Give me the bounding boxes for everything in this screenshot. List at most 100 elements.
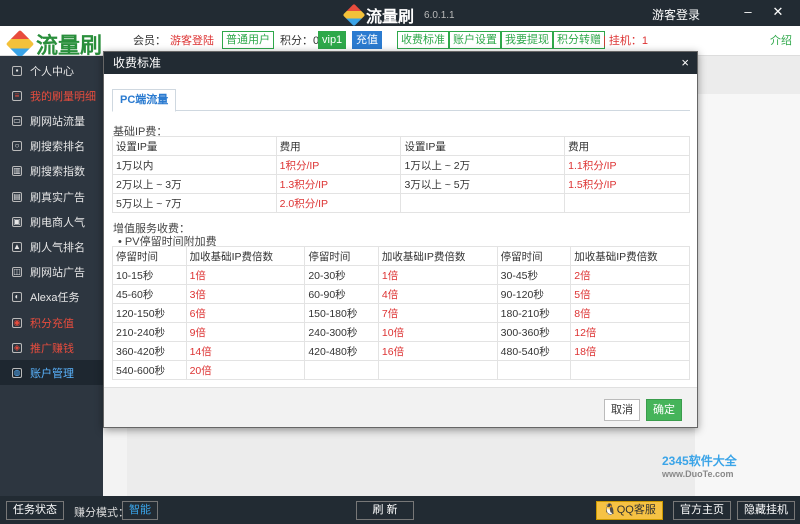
chart-icon: ▥ [12,166,22,177]
home-icon: ▪ [12,65,22,76]
title-bar: 流量刷 6.0.1.1 游客登录 – ✕ [0,0,800,27]
sidebar-item[interactable]: ○ 刷搜索排名 [0,134,103,159]
refresh-button[interactable]: 刷 新 [356,501,414,520]
table-cell: 20-30秒 [304,265,379,285]
table-cell [400,193,566,213]
qq-service-button[interactable]: 🐧QQ客服 [596,501,663,520]
search-icon: ○ [12,141,22,152]
vip-badge: vip1 [318,31,347,49]
table-header-cell: 停留时间 [496,246,572,266]
task-status-button[interactable]: 任务状态 [6,501,64,520]
table-cell: 1.3积分/IP [275,174,402,194]
content-panel [695,94,800,496]
cancel-button[interactable]: 取消 [604,399,640,421]
fee-standard-link[interactable]: 收费标准 [397,31,449,49]
close-window-icon[interactable]: ✕ [770,4,786,20]
table-cell: 1积分/IP [275,155,402,175]
sidebar-item[interactable]: ≡ 我的刷量明细 [0,83,103,108]
table-header-cell: 费用 [275,136,402,156]
sidebar-item-label: 刷网站广告 [30,267,85,280]
account-settings-link[interactable]: 账户设置 [449,31,501,49]
sidebar-item-label: 刷电商人气 [30,216,85,229]
app-title: 流量刷 [366,9,415,26]
sidebar-item[interactable]: ▥ 刷搜索指数 [0,159,103,184]
table-cell: 10倍 [377,322,498,342]
table-cell: 1.1积分/IP [564,155,690,175]
web-icon: ◫ [12,267,22,278]
table-cell: 3倍 [185,284,306,304]
table-row: 210-240秒 9倍 240-300秒 10倍 300-360秒 12倍 [112,322,690,342]
ad-icon: ▤ [12,191,22,202]
hide-button[interactable]: 隐藏挂机 [737,501,795,520]
table-row: 2万以上 ~ 3万 1.3积分/IP 3万以上 ~ 5万 1.5积分/IP [112,174,690,194]
homepage-button[interactable]: 官方主页 [673,501,731,520]
table-row: 360-420秒 14倍 420-480秒 16倍 480-540秒 18倍 [112,341,690,361]
table-row: 5万以上 ~ 7万 2.0积分/IP [112,193,690,213]
table-cell: 2.0积分/IP [275,193,402,213]
sidebar-item[interactable]: ◉ 积分充值 [0,310,103,335]
points-label: 积分：0 [280,35,320,47]
sidebar-item[interactable]: ◍ 账户管理 [0,360,103,386]
table-cell [377,360,498,380]
table-cell [564,193,690,213]
sidebar-item[interactable]: ▲ 刷人气排名 [0,234,103,259]
table-cell: 1.5积分/IP [564,174,690,194]
table-row: 45-60秒 3倍 60-90秒 4倍 90-120秒 5倍 [112,284,690,304]
member-type-badge: 普通用户 [222,31,274,49]
list-icon: ≡ [12,90,22,101]
account-icon: ◍ [12,367,22,378]
alexa-icon: ◐ [12,292,22,303]
qq-icon: 🐧 [603,504,617,516]
table-cell: 1倍 [377,265,498,285]
table-cell [570,360,690,380]
dialog-title-bar: 收费标准 × [104,52,697,74]
tab-pc-traffic[interactable]: PC端流量 [112,89,177,112]
intro-link[interactable]: 介绍 [770,32,792,48]
table-cell [304,360,379,380]
watermark: 2345软件大全 www.DuoTe.com [662,452,800,492]
table-header-row: 设置IP量 费用 设置IP量 费用 [112,136,690,156]
table-cell: 1万以上 ~ 2万 [400,155,566,175]
sidebar-item-label: 刷人气排名 [30,241,85,254]
table-cell: 12倍 [570,322,690,342]
table-row: 540-600秒 20倍 [112,360,690,380]
sidebar-item[interactable]: ◫ 刷网站广告 [0,260,103,285]
table-cell: 120-150秒 [112,303,187,323]
table-cell: 30-45秒 [496,265,572,285]
added-fee-table: 停留时间 加收基础IP费倍数 停留时间 加收基础IP费倍数 停留时间 加收基础IP费倍数 1… [112,246,690,380]
table-cell: 14倍 [185,341,306,361]
sidebar-item[interactable]: ▭ 刷网站流量 [0,108,103,133]
sidebar-item[interactable]: ▪ 个人中心 [0,58,103,83]
shop-icon: ▣ [12,216,22,227]
table-cell: 6倍 [185,303,306,323]
table-cell: 540-600秒 [112,360,187,380]
table-cell: 2倍 [570,265,690,285]
sidebar-item[interactable]: ▤ 刷真实广告 [0,184,103,209]
points-transfer-link[interactable]: 积分转赠 [553,31,605,49]
table-header-cell: 费用 [564,136,690,156]
table-header-cell: 加收基础IP费倍数 [377,246,498,266]
sidebar-item-label: 刷网站流量 [30,115,85,128]
withdraw-link[interactable]: 我要提现 [501,31,553,49]
qq-service-label: QQ客服 [616,504,656,516]
guest-login-link[interactable]: 游客登录 [652,6,700,23]
sidebar: ▪ 个人中心 ≡ 我的刷量明细 ▭ 刷网站流量 ○ 刷搜索排名 ▥ 刷搜索指数 ▤ 刷真实广告 ▣ 刷电商… [0,56,103,496]
table-header-cell: 加收基础IP费倍数 [185,246,306,266]
earn-mode-select[interactable]: 智能 [122,501,158,520]
sidebar-item-label: 账户管理 [30,367,74,380]
confirm-button[interactable]: 确定 [646,399,682,421]
sidebar-item[interactable]: ◐ Alexa任务 [0,285,103,310]
table-cell: 90-120秒 [496,284,572,304]
recharge-button[interactable]: 充值 [352,31,382,49]
fee-standard-dialog: 收费标准 × PC端流量 基础IP费： 设置IP量 费用 设置IP量 费用 1万以内 1积… [103,51,698,428]
table-cell: 240-300秒 [304,322,379,342]
sidebar-item[interactable]: ▣ 刷电商人气 [0,209,103,234]
app-version: 6.0.1.1 [424,9,455,21]
sidebar-item[interactable]: ◈ 推广赚钱 [0,335,103,360]
table-header-cell: 停留时间 [112,246,187,266]
table-cell: 480-540秒 [496,341,572,361]
minimize-icon[interactable]: – [740,4,756,20]
sidebar-item-label: 我的刷量明细 [30,90,96,103]
table-cell [496,360,572,380]
dialog-close-icon[interactable]: × [681,52,689,74]
